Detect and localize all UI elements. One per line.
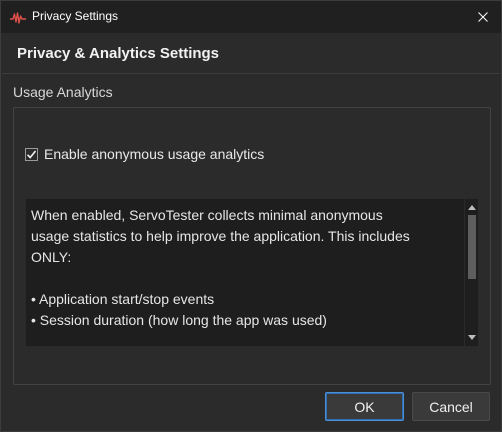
description-line: When enabled, ServoTester collects minim… (31, 207, 383, 223)
scroll-up-arrow-icon[interactable] (467, 202, 477, 212)
enable-analytics-checkbox-row[interactable]: Enable anonymous usage analytics (25, 146, 264, 162)
description-line: usage statistics to help improve the app… (31, 228, 410, 244)
window-title: Privacy Settings (32, 9, 119, 23)
ok-button[interactable]: OK (325, 392, 404, 421)
dialog-heading: Privacy & Analytics Settings (17, 45, 220, 62)
close-icon (478, 12, 488, 22)
close-button[interactable] (473, 8, 493, 26)
description-line (31, 268, 461, 289)
description-line: ONLY: (31, 249, 72, 265)
scroll-thumb[interactable] (468, 215, 476, 279)
description-line: • Application start/stop events (31, 291, 215, 307)
enable-analytics-checkbox[interactable] (25, 147, 38, 161)
privacy-settings-window: Privacy Settings Privacy & Analytics Set… (0, 0, 502, 432)
usage-analytics-group-label: Usage Analytics (13, 84, 113, 100)
scroll-down-arrow-icon[interactable] (467, 333, 477, 343)
analytics-description-textarea[interactable]: When enabled, ServoTester collects minim… (25, 198, 479, 347)
description-line: • Session duration (how long the app was… (31, 312, 327, 328)
vertical-scrollbar[interactable] (464, 199, 478, 346)
cancel-button[interactable]: Cancel (412, 392, 490, 421)
title-bar[interactable]: Privacy Settings (1, 1, 501, 33)
enable-analytics-label[interactable]: Enable anonymous usage analytics (44, 146, 264, 162)
description-text: When enabled, ServoTester collects minim… (31, 205, 461, 331)
checkmark-icon (26, 149, 37, 159)
servo-pulse-icon (10, 10, 26, 24)
header-divider (2, 73, 500, 74)
